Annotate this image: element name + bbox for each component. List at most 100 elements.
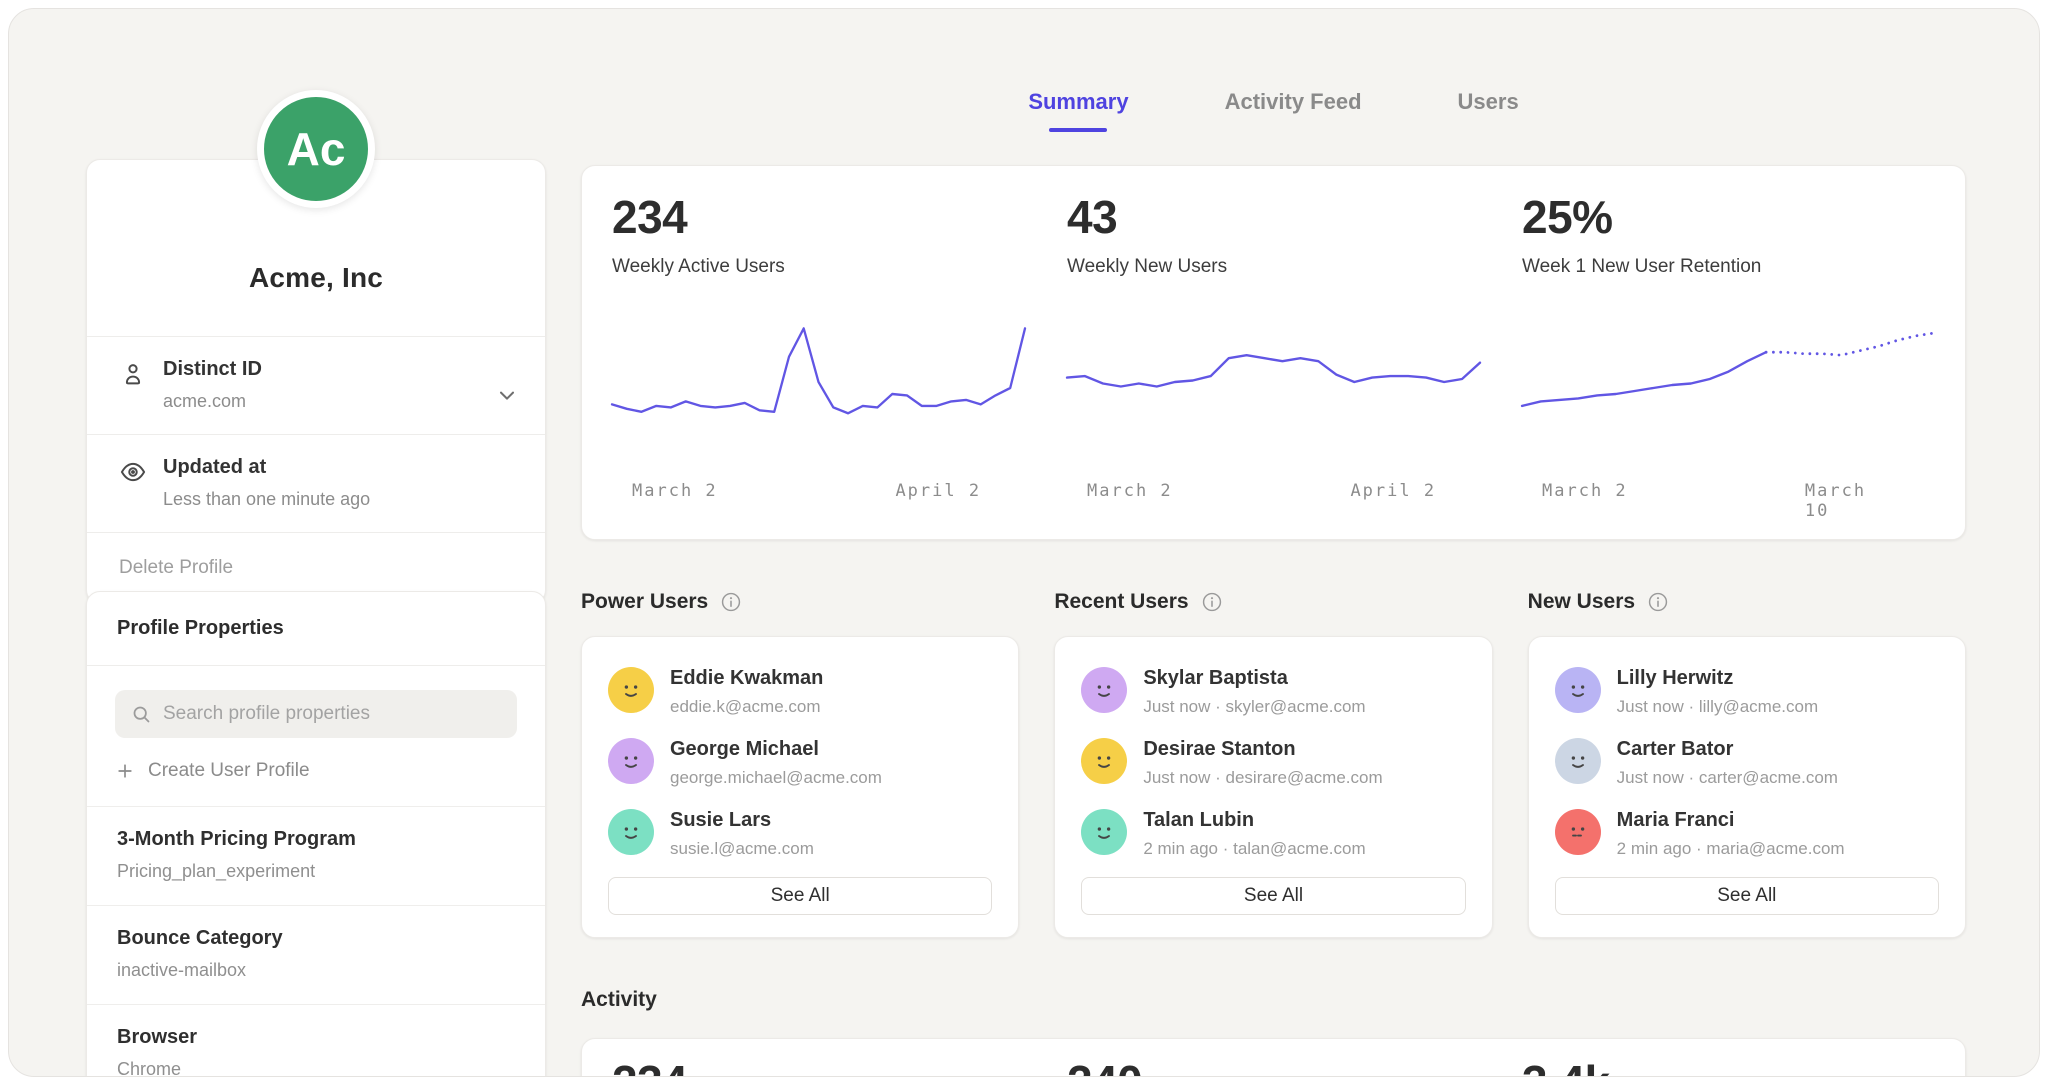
activity-stat-value: 240: [1067, 1057, 1480, 1077]
property-label: Browser: [117, 1026, 515, 1049]
user-row[interactable]: Maria Franci 2 min ago · maria@acme.com: [1555, 809, 1939, 859]
user-row[interactable]: Eddie Kwakman eddie.k@acme.com: [608, 667, 992, 717]
user-detail: george.michael@acme.com: [670, 768, 882, 788]
avatar: [608, 738, 654, 784]
user-sections: Power Users Eddie Kwakman eddie.k@acme.c…: [581, 590, 1966, 938]
tab-users[interactable]: Users: [1458, 89, 1519, 132]
activity-stat-value: 234: [612, 1057, 1025, 1077]
new-users-card: Lilly Herwitz Just now · lilly@acme.com …: [1528, 636, 1966, 938]
app-window: Ac Acme, Inc Distinct ID acme.com Update…: [8, 8, 2040, 1077]
stat-value: 25%: [1522, 192, 1935, 243]
property-value: inactive-mailbox: [117, 960, 515, 981]
weekly-active-users-sparkline: [612, 304, 1025, 469]
property-value: Chrome: [117, 1059, 515, 1077]
user-row[interactable]: Desirae Stanton Just now · desirare@acme…: [1081, 738, 1465, 788]
create-user-profile-label: Create User Profile: [148, 760, 310, 782]
user-name: Eddie Kwakman: [670, 667, 823, 690]
user-detail: Just now · skyler@acme.com: [1143, 697, 1365, 717]
field-value: acme.com: [163, 391, 262, 412]
tab-summary[interactable]: Summary: [1028, 89, 1128, 132]
info-icon[interactable]: [1201, 591, 1223, 613]
see-all-button[interactable]: See All: [608, 877, 992, 915]
user-row[interactable]: Talan Lubin 2 min ago · talan@acme.com: [1081, 809, 1465, 859]
tab-activity-feed[interactable]: Activity Feed: [1225, 89, 1362, 132]
power-users-card: Eddie Kwakman eddie.k@acme.com George Mi…: [581, 636, 1019, 938]
see-all-button[interactable]: See All: [1555, 877, 1939, 915]
profile-card: Ac Acme, Inc Distinct ID acme.com Update…: [86, 159, 546, 604]
stat-week1-retention: 25% Week 1 New User Retention March 2 Ma…: [1522, 192, 1935, 539]
property-label: Bounce Category: [117, 927, 515, 950]
profile-properties-title: Profile Properties: [87, 592, 545, 665]
user-detail: 2 min ago · talan@acme.com: [1143, 839, 1365, 859]
recent-users-card: Skylar Baptista Just now · skyler@acme.c…: [1054, 636, 1492, 938]
activity-stats-card: 234 240 3.4k: [581, 1038, 1966, 1077]
avatar: [608, 809, 654, 855]
distinct-id-row[interactable]: Distinct ID acme.com: [87, 336, 545, 434]
user-row[interactable]: Carter Bator Just now · carter@acme.com: [1555, 738, 1939, 788]
property-row[interactable]: Browser Chrome: [87, 1004, 545, 1077]
section-title: New Users: [1528, 590, 1635, 614]
avatar: [1081, 667, 1127, 713]
x-axis-label: April 2: [1350, 481, 1436, 501]
company-name: Acme, Inc: [107, 262, 525, 294]
eye-icon: [119, 458, 147, 486]
x-axis-label: April 2: [895, 481, 981, 501]
tab-bar: Summary Activity Feed Users: [581, 89, 1966, 132]
stat-value: 234: [612, 192, 1025, 243]
user-name: George Michael: [670, 738, 882, 761]
info-icon[interactable]: [1647, 591, 1669, 613]
user-row[interactable]: Susie Lars susie.l@acme.com: [608, 809, 992, 859]
user-name: Maria Franci: [1617, 809, 1845, 832]
plus-icon: [115, 761, 135, 781]
user-row[interactable]: Lilly Herwitz Just now · lilly@acme.com: [1555, 667, 1939, 717]
company-avatar: Ac: [257, 90, 375, 208]
avatar: [1555, 738, 1601, 784]
avatar: [1555, 809, 1601, 855]
user-name: Susie Lars: [670, 809, 814, 832]
main-content: Summary Activity Feed Users 234 Weekly A…: [581, 9, 1966, 1077]
summary-stats-card: 234 Weekly Active Users March 2 April 2 …: [581, 165, 1966, 540]
property-row[interactable]: 3-Month Pricing Program Pricing_plan_exp…: [87, 806, 545, 905]
stat-label: Weekly New Users: [1067, 256, 1480, 278]
info-icon[interactable]: [720, 591, 742, 613]
search-placeholder: Search profile properties: [163, 703, 370, 725]
user-detail: Just now · desirare@acme.com: [1143, 768, 1382, 788]
stat-value: 43: [1067, 192, 1480, 243]
field-value: Less than one minute ago: [163, 489, 370, 510]
profile-properties-card: Profile Properties Search profile proper…: [86, 591, 546, 1077]
user-detail: eddie.k@acme.com: [670, 697, 823, 717]
property-row[interactable]: Bounce Category inactive-mailbox: [87, 905, 545, 1004]
user-detail: 2 min ago · maria@acme.com: [1617, 839, 1845, 859]
field-label: Updated at: [163, 456, 370, 479]
user-name: Skylar Baptista: [1143, 667, 1365, 690]
user-row[interactable]: Skylar Baptista Just now · skyler@acme.c…: [1081, 667, 1465, 717]
see-all-button[interactable]: See All: [1081, 877, 1465, 915]
section-title: Power Users: [581, 590, 708, 614]
avatar: [1081, 738, 1127, 784]
stat-label: Week 1 New User Retention: [1522, 256, 1935, 278]
search-profile-properties-input[interactable]: Search profile properties: [115, 690, 517, 738]
user-detail: Just now · carter@acme.com: [1617, 768, 1838, 788]
x-axis-label: March 10: [1805, 481, 1892, 521]
avatar: [1081, 809, 1127, 855]
activity-section-title: Activity: [581, 988, 1966, 1012]
stat-weekly-active-users: 234 Weekly Active Users March 2 April 2: [612, 192, 1025, 539]
section-title: Recent Users: [1054, 590, 1188, 614]
chevron-down-icon[interactable]: [495, 383, 519, 407]
avatar: [1555, 667, 1601, 713]
user-name: Desirae Stanton: [1143, 738, 1382, 761]
avatar: [608, 667, 654, 713]
property-label: 3-Month Pricing Program: [117, 828, 515, 851]
x-axis-label: March 2: [1542, 481, 1628, 501]
user-detail: susie.l@acme.com: [670, 839, 814, 859]
create-user-profile-button[interactable]: Create User Profile: [115, 760, 517, 782]
stat-weekly-new-users: 43 Weekly New Users March 2 April 2: [1067, 192, 1480, 539]
field-label: Distinct ID: [163, 358, 262, 381]
user-row[interactable]: George Michael george.michael@acme.com: [608, 738, 992, 788]
property-value: Pricing_plan_experiment: [117, 861, 515, 882]
recent-users-section: Recent Users Skylar Baptista Just now · …: [1054, 590, 1492, 938]
x-axis-label: March 2: [632, 481, 718, 501]
updated-at-row: Updated at Less than one minute ago: [87, 434, 545, 532]
search-icon: [131, 704, 152, 725]
company-avatar-initials: Ac: [287, 122, 346, 176]
